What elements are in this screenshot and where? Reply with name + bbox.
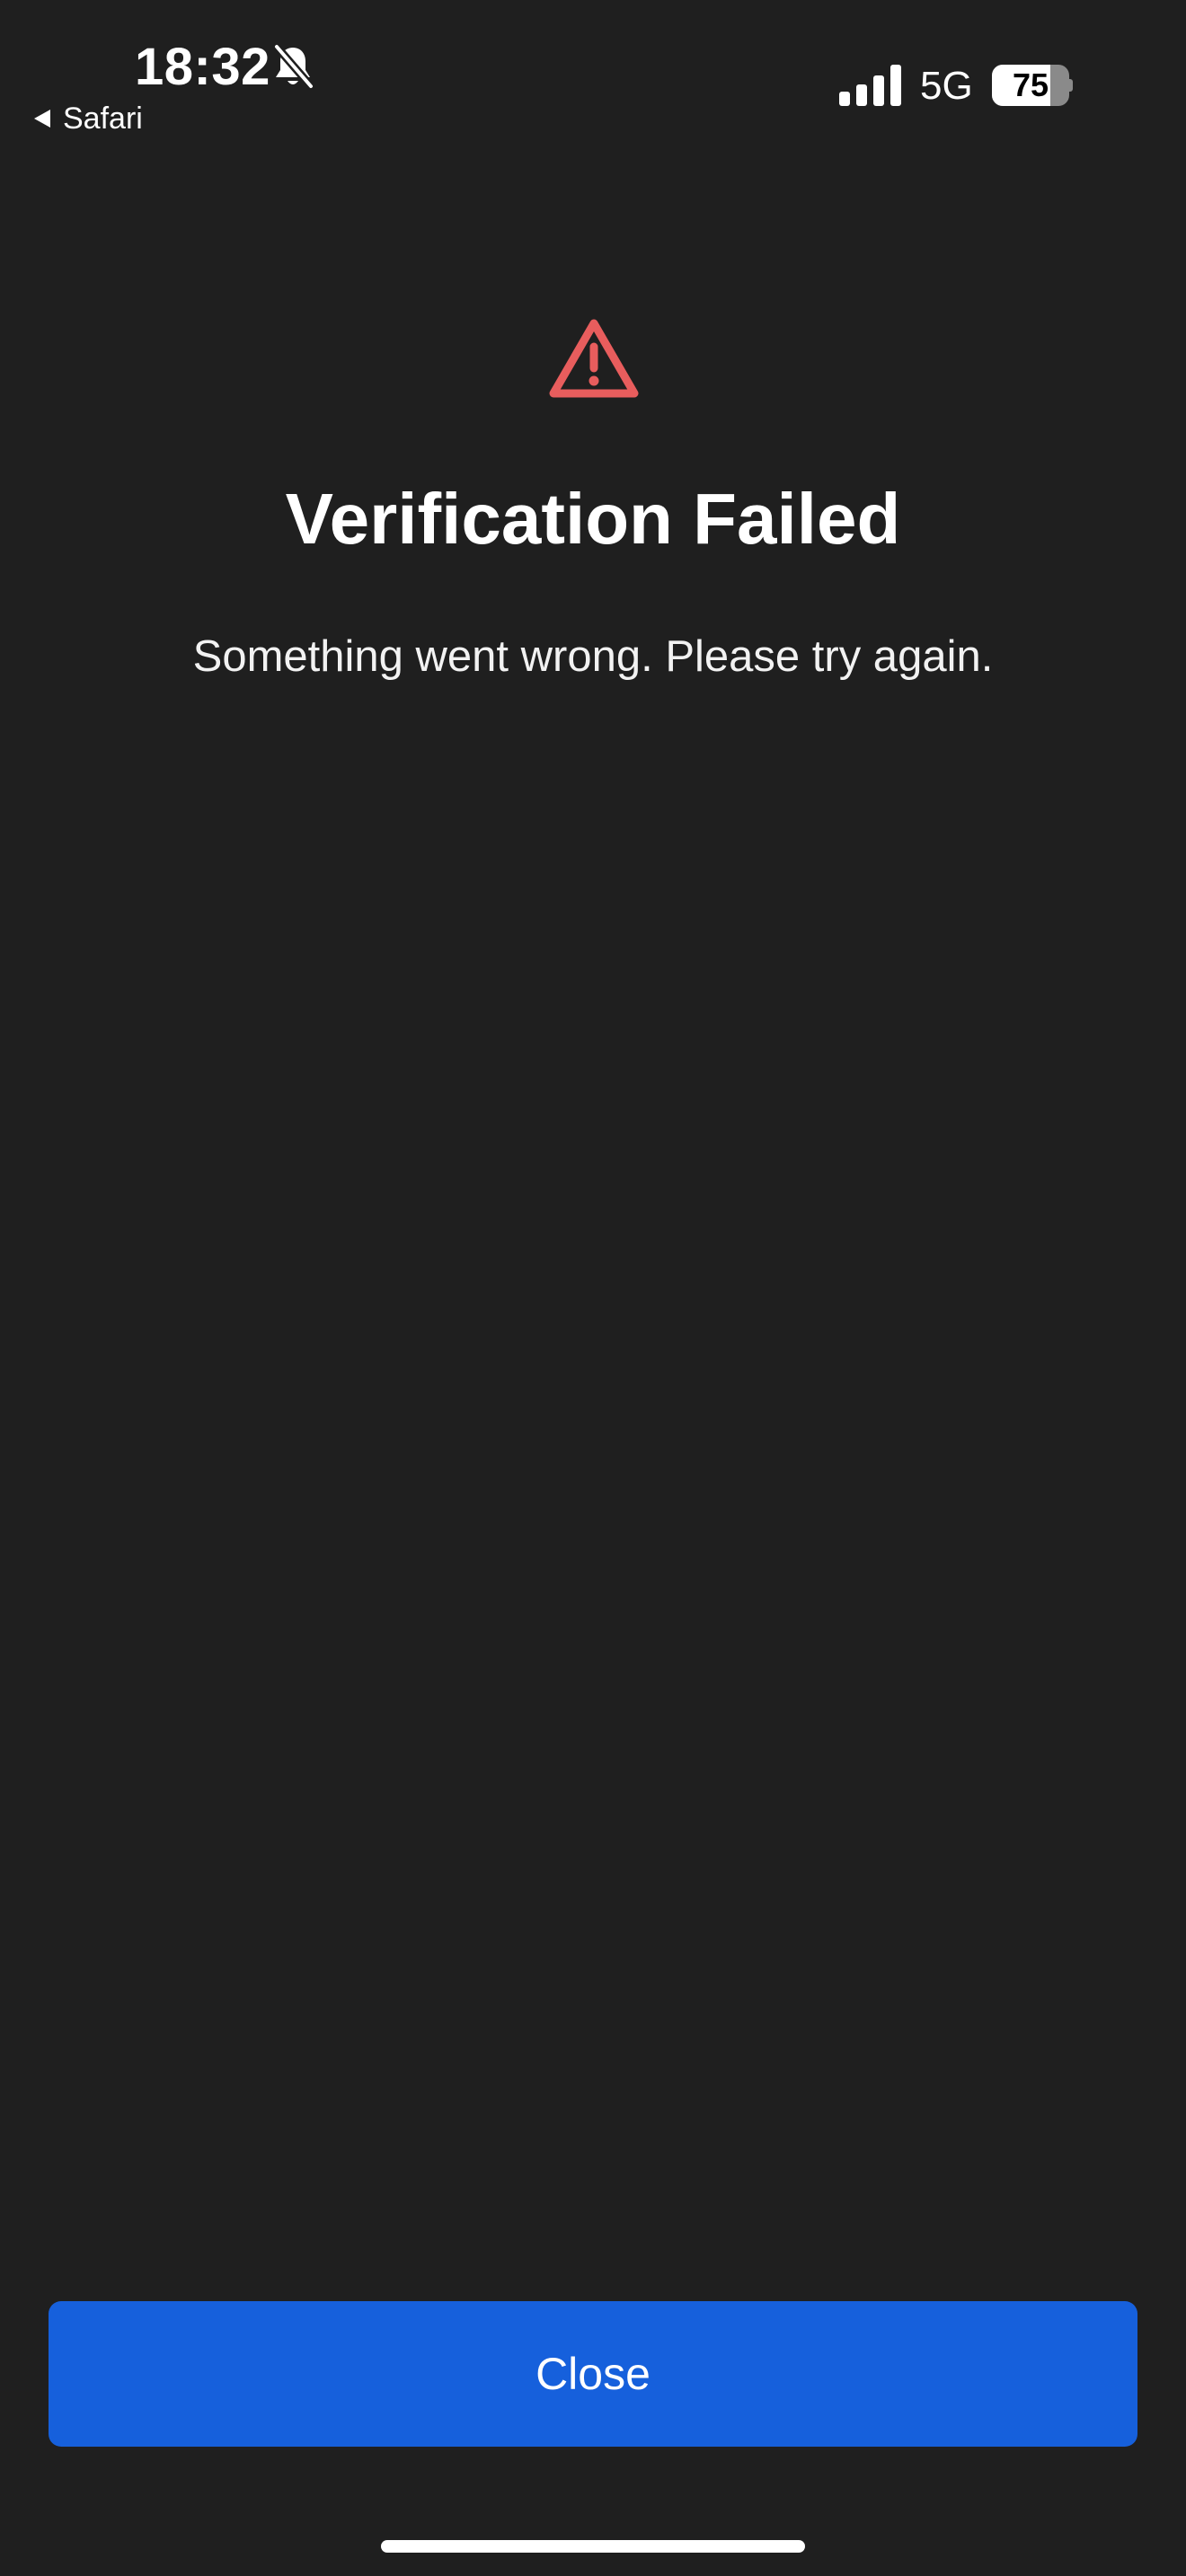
back-to-safari-link[interactable]: Safari	[32, 99, 143, 138]
page-title: Verification Failed	[285, 479, 901, 559]
back-arrow-icon	[34, 110, 50, 128]
warning-triangle-icon	[549, 319, 639, 398]
error-message: Something went wrong. Please try again.	[192, 632, 994, 681]
cellular-signal-icon	[839, 65, 901, 106]
back-link-label: Safari	[63, 101, 143, 136]
verification-failed-screen: 18:32 Safari 5G 75 Verification Failed S…	[0, 0, 1186, 2576]
status-time: 18:32	[135, 38, 270, 96]
close-button[interactable]: Close	[49, 2301, 1137, 2447]
network-type: 5G	[920, 64, 973, 108]
bell-slash-icon	[272, 43, 314, 90]
battery-icon: 75	[992, 65, 1073, 106]
battery-cap	[1069, 79, 1073, 92]
home-indicator[interactable]	[381, 2540, 805, 2553]
battery-percentage: 75	[1012, 66, 1049, 103]
battery-body: 75	[992, 65, 1069, 106]
